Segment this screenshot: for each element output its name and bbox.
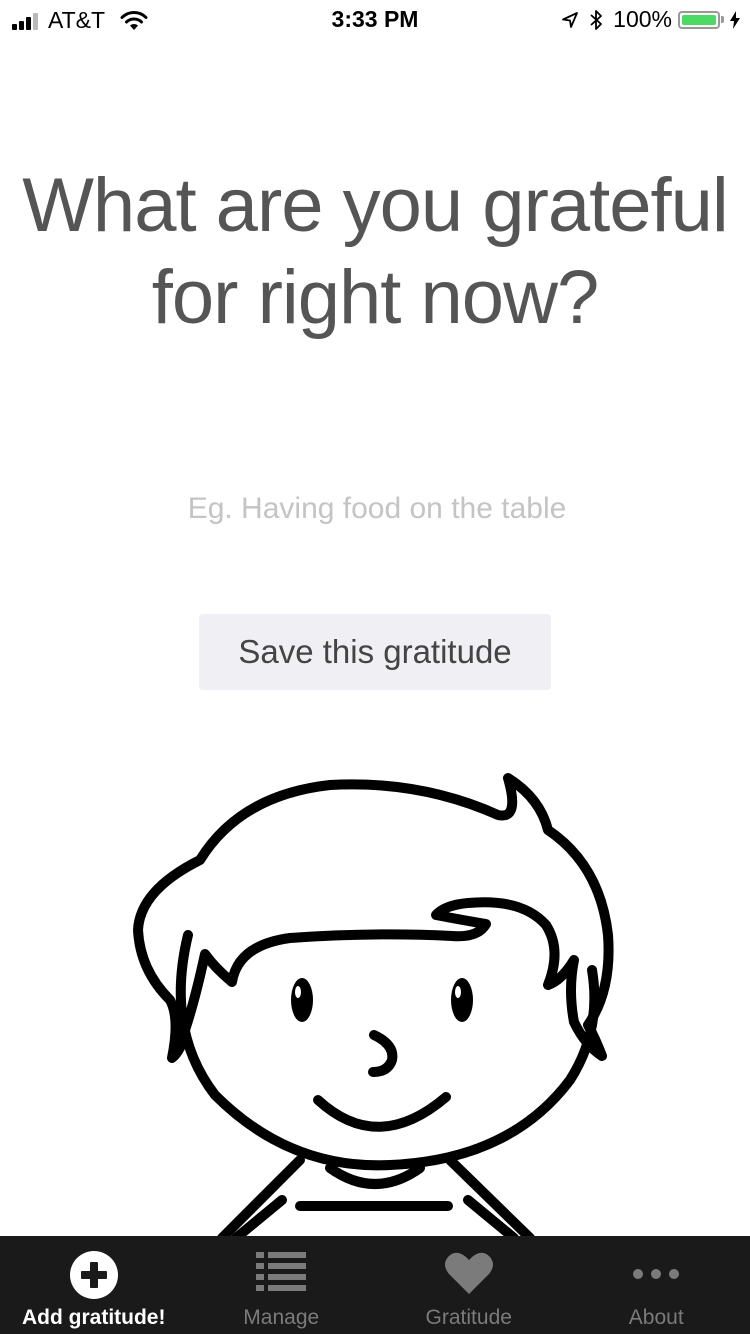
tab-label-about: About: [628, 1306, 684, 1329]
gratitude-input[interactable]: [60, 482, 694, 536]
charging-bolt-icon: [730, 10, 740, 29]
prompt-line-1: What are you grateful: [22, 163, 729, 248]
smiling-boy-illustration: [133, 773, 614, 1238]
location-arrow-icon: [562, 11, 579, 28]
page-title: What are you grateful for right now?: [0, 160, 750, 344]
bluetooth-icon: [590, 9, 603, 30]
battery-percent: 100%: [613, 6, 672, 32]
battery-icon: [678, 10, 720, 29]
battery-fill: [682, 14, 716, 25]
save-gratitude-button[interactable]: Save this gratitude: [199, 614, 551, 690]
list-icon: [256, 1252, 307, 1291]
more-dots-icon: [633, 1269, 680, 1279]
tab-manage[interactable]: Manage: [188, 1236, 376, 1334]
battery-tip: [721, 16, 724, 23]
add-circle-icon: [69, 1251, 118, 1299]
status-right: 100%: [561, 6, 740, 33]
tab-label-manage: Manage: [243, 1306, 320, 1329]
tab-bar: Add gratitude! Manage Gratitude About: [0, 1236, 750, 1334]
heart-icon: [444, 1252, 493, 1294]
tab-label-add-gratitude: Add gratitude!: [22, 1306, 166, 1329]
prompt-line-2: for right now?: [151, 255, 599, 340]
status-bar: AT&T 3:33 PM 100%: [0, 0, 750, 40]
tab-gratitude[interactable]: Gratitude: [375, 1236, 563, 1334]
tab-label-gratitude: Gratitude: [425, 1306, 512, 1329]
tab-about[interactable]: About: [563, 1236, 750, 1334]
tab-add-gratitude[interactable]: Add gratitude!: [0, 1236, 188, 1334]
